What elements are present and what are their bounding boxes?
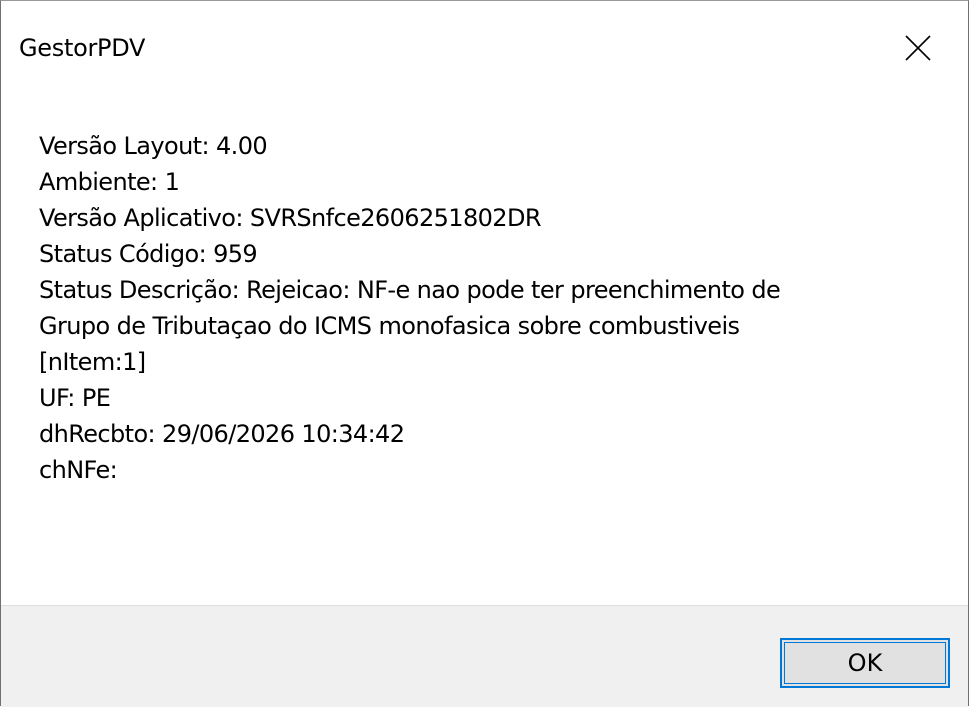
layout-version-line: Versão Layout: 4.00 (39, 132, 268, 160)
status-description-line: Status Descrição: Rejeicao: NF-e nao pod… (39, 276, 781, 304)
ok-button[interactable]: OK (780, 638, 950, 688)
message-body: Versão Layout: 4.00 Ambiente: 1 Versão A… (39, 128, 954, 488)
status-description-continued-line: Grupo de Tributaçao do ICMS monofasica s… (39, 312, 740, 340)
window-title: GestorPDV (19, 34, 146, 62)
app-version-line: Versão Aplicativo: SVRSnfce2606251802DR (39, 204, 542, 232)
dialog-footer: OK (1, 605, 968, 707)
environment-line: Ambiente: 1 (39, 168, 180, 196)
message-dialog: GestorPDV Versão Layout: 4.00 Ambiente: … (0, 0, 969, 707)
close-icon (905, 35, 931, 61)
received-datetime-line: dhRecbto: 29/06/2026 10:34:42 (39, 420, 405, 448)
status-code-line: Status Código: 959 (39, 240, 258, 268)
uf-line: UF: PE (39, 384, 111, 412)
title-bar[interactable]: GestorPDV (1, 1, 968, 97)
nfe-key-line: chNFe: (39, 456, 118, 484)
close-button[interactable] (872, 1, 968, 97)
item-line: [nItem:1] (39, 348, 146, 376)
